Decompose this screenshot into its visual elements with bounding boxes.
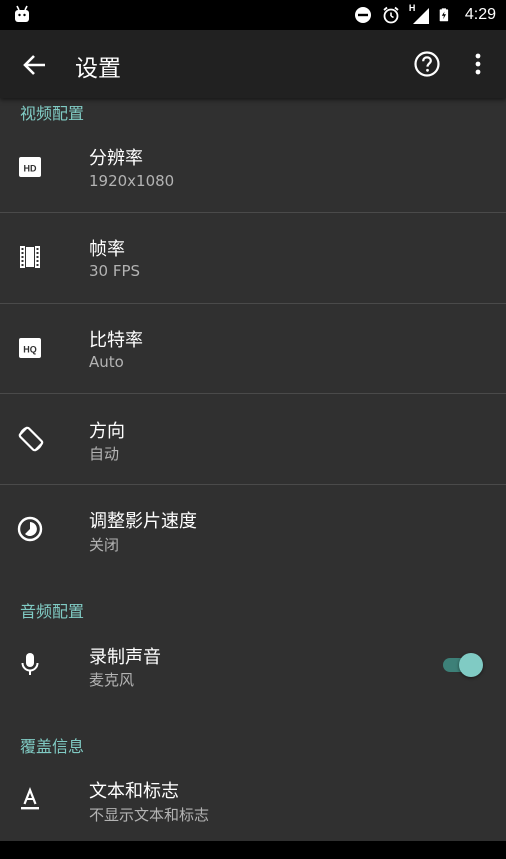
- setting-title: 调整影片速度: [89, 511, 197, 532]
- android-icon: [15, 5, 29, 22]
- setting-framerate[interactable]: 帧率 30 FPS: [0, 213, 506, 303]
- setting-value: 麦克风: [89, 671, 135, 689]
- section-header-audio: 音频配置: [20, 602, 85, 621]
- film-icon: [20, 246, 40, 268]
- setting-value: 1920x1080: [89, 172, 175, 190]
- setting-title: 文本和标志: [89, 781, 179, 802]
- section-header-overlay: 覆盖信息: [20, 737, 85, 756]
- section-header-video: 视频配置: [20, 104, 85, 123]
- text-format-icon: [21, 786, 39, 810]
- setting-value: 关闭: [89, 536, 120, 554]
- hd-icon: HD: [19, 157, 41, 177]
- signal-icon: H: [409, 3, 431, 25]
- toggle-thumb: [459, 653, 483, 677]
- setting-record-audio[interactable]: 录制声音 麦克风: [0, 620, 506, 710]
- setting-orientation[interactable]: 方向 自动: [0, 394, 506, 484]
- toolbar: 设置: [0, 30, 506, 98]
- setting-title: 比特率: [89, 330, 143, 351]
- setting-value: 不显示文本和标志: [89, 806, 210, 824]
- timelapse-icon: [17, 516, 43, 542]
- do-not-disturb-icon: [354, 7, 371, 23]
- setting-title: 帧率: [89, 239, 125, 260]
- setting-value: 30 FPS: [89, 262, 141, 280]
- setting-title: 分辨率: [89, 148, 143, 169]
- battery-charging-icon: [439, 8, 448, 22]
- setting-value: 自动: [89, 445, 120, 463]
- setting-value: Auto: [89, 353, 124, 371]
- alarm-icon: [383, 6, 399, 24]
- setting-text-logo[interactable]: 文本和标志 不显示文本和标志: [0, 755, 506, 845]
- more-options-icon[interactable]: [466, 50, 490, 78]
- setting-title: 录制声音: [89, 647, 161, 668]
- mic-icon: [21, 653, 39, 675]
- page-title: 设置: [75, 56, 121, 82]
- status-bar: H 4:29: [0, 0, 506, 30]
- svg-text:HD: HD: [24, 164, 37, 174]
- record-audio-toggle[interactable]: [441, 650, 485, 680]
- setting-bitrate[interactable]: HQ 比特率 Auto: [0, 304, 506, 394]
- setting-speed[interactable]: 调整影片速度 关闭: [0, 485, 506, 575]
- svg-text:HQ: HQ: [23, 345, 37, 355]
- setting-title: 方向: [89, 421, 125, 442]
- setting-resolution[interactable]: HD 分辨率 1920x1080: [0, 122, 506, 212]
- screen-rotation-icon: [18, 426, 44, 452]
- help-icon[interactable]: [413, 50, 441, 78]
- hq-icon: HQ: [19, 338, 41, 358]
- navigation-bar: [0, 841, 506, 859]
- clock: 4:29: [464, 6, 496, 23]
- back-arrow-icon[interactable]: [18, 48, 52, 82]
